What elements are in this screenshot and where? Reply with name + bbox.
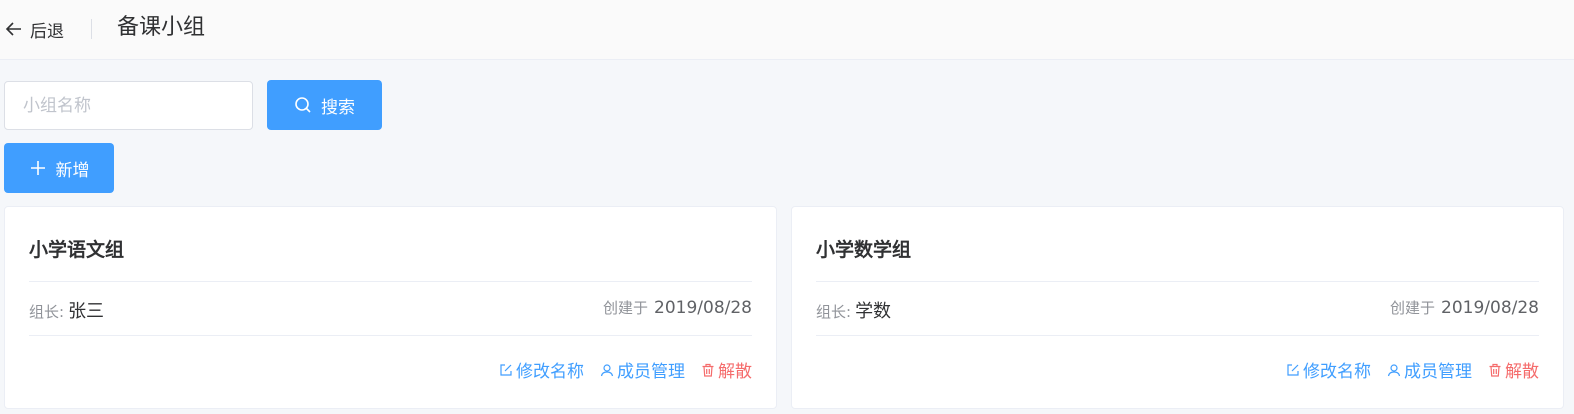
rename-button[interactable]: 修改名称 <box>499 357 584 382</box>
card-actions: 修改名称 成员管理 解散 <box>1270 357 1539 382</box>
group-name: 小学数学组 <box>816 239 912 261</box>
dissolve-button[interactable]: 解散 <box>701 357 752 382</box>
card-actions: 修改名称 成员管理 解散 <box>483 357 752 382</box>
leader-name: 学数 <box>855 301 892 322</box>
add-button-label: 新增 <box>55 160 90 181</box>
created-date: 2019/08/28 <box>1441 298 1539 318</box>
header-divider <box>91 19 92 39</box>
search-button[interactable]: 搜索 <box>267 80 382 130</box>
group-card: 小学语文组 组长: 张三 创建于 2019/08/28 修改名称 成员管理 解散 <box>4 206 777 409</box>
arrow-left-icon <box>5 22 21 36</box>
group-leader: 组长: 张三 <box>29 297 104 323</box>
search-button-label: 搜索 <box>321 97 355 118</box>
user-icon <box>600 363 614 376</box>
back-label: 后退 <box>30 21 64 42</box>
page-header: 后退 备课小组 <box>0 0 1574 60</box>
plus-icon <box>30 161 45 175</box>
group-created: 创建于 2019/08/28 <box>603 297 752 318</box>
page-title: 备课小组 <box>117 15 206 40</box>
back-button[interactable]: 后退 <box>4 16 64 42</box>
dissolve-button[interactable]: 解散 <box>1488 357 1539 382</box>
edit-icon <box>500 363 512 376</box>
group-card: 小学数学组 组长: 学数 创建于 2019/08/28 修改名称 成员管理 解散 <box>791 206 1564 409</box>
trash-icon <box>1489 363 1501 377</box>
manage-members-button[interactable]: 成员管理 <box>1387 357 1472 382</box>
rename-label: 修改名称 <box>516 362 584 382</box>
dissolve-label: 解散 <box>1505 362 1539 382</box>
card-divider <box>29 281 752 282</box>
card-divider <box>29 335 752 336</box>
leader-label: 组长: <box>29 303 65 321</box>
dissolve-label: 解散 <box>718 362 752 382</box>
rename-button[interactable]: 修改名称 <box>1286 357 1371 382</box>
members-label: 成员管理 <box>1404 362 1472 382</box>
card-divider <box>816 335 1539 336</box>
search-icon <box>295 97 311 113</box>
members-label: 成员管理 <box>617 362 685 382</box>
group-created: 创建于 2019/08/28 <box>1390 297 1539 318</box>
rename-label: 修改名称 <box>1303 362 1371 382</box>
group-name: 小学语文组 <box>29 239 125 261</box>
leader-name: 张三 <box>68 301 105 322</box>
user-icon <box>1387 363 1401 376</box>
edit-icon <box>1287 363 1299 376</box>
add-group-button[interactable]: 新增 <box>4 143 114 193</box>
leader-label: 组长: <box>816 303 852 321</box>
group-name-search-input[interactable] <box>4 81 253 130</box>
card-divider <box>816 281 1539 282</box>
created-label: 创建于 <box>1390 299 1436 317</box>
trash-icon <box>702 363 714 377</box>
group-leader: 组长: 学数 <box>816 297 891 323</box>
manage-members-button[interactable]: 成员管理 <box>600 357 685 382</box>
created-label: 创建于 <box>603 299 649 317</box>
created-date: 2019/08/28 <box>654 298 752 318</box>
